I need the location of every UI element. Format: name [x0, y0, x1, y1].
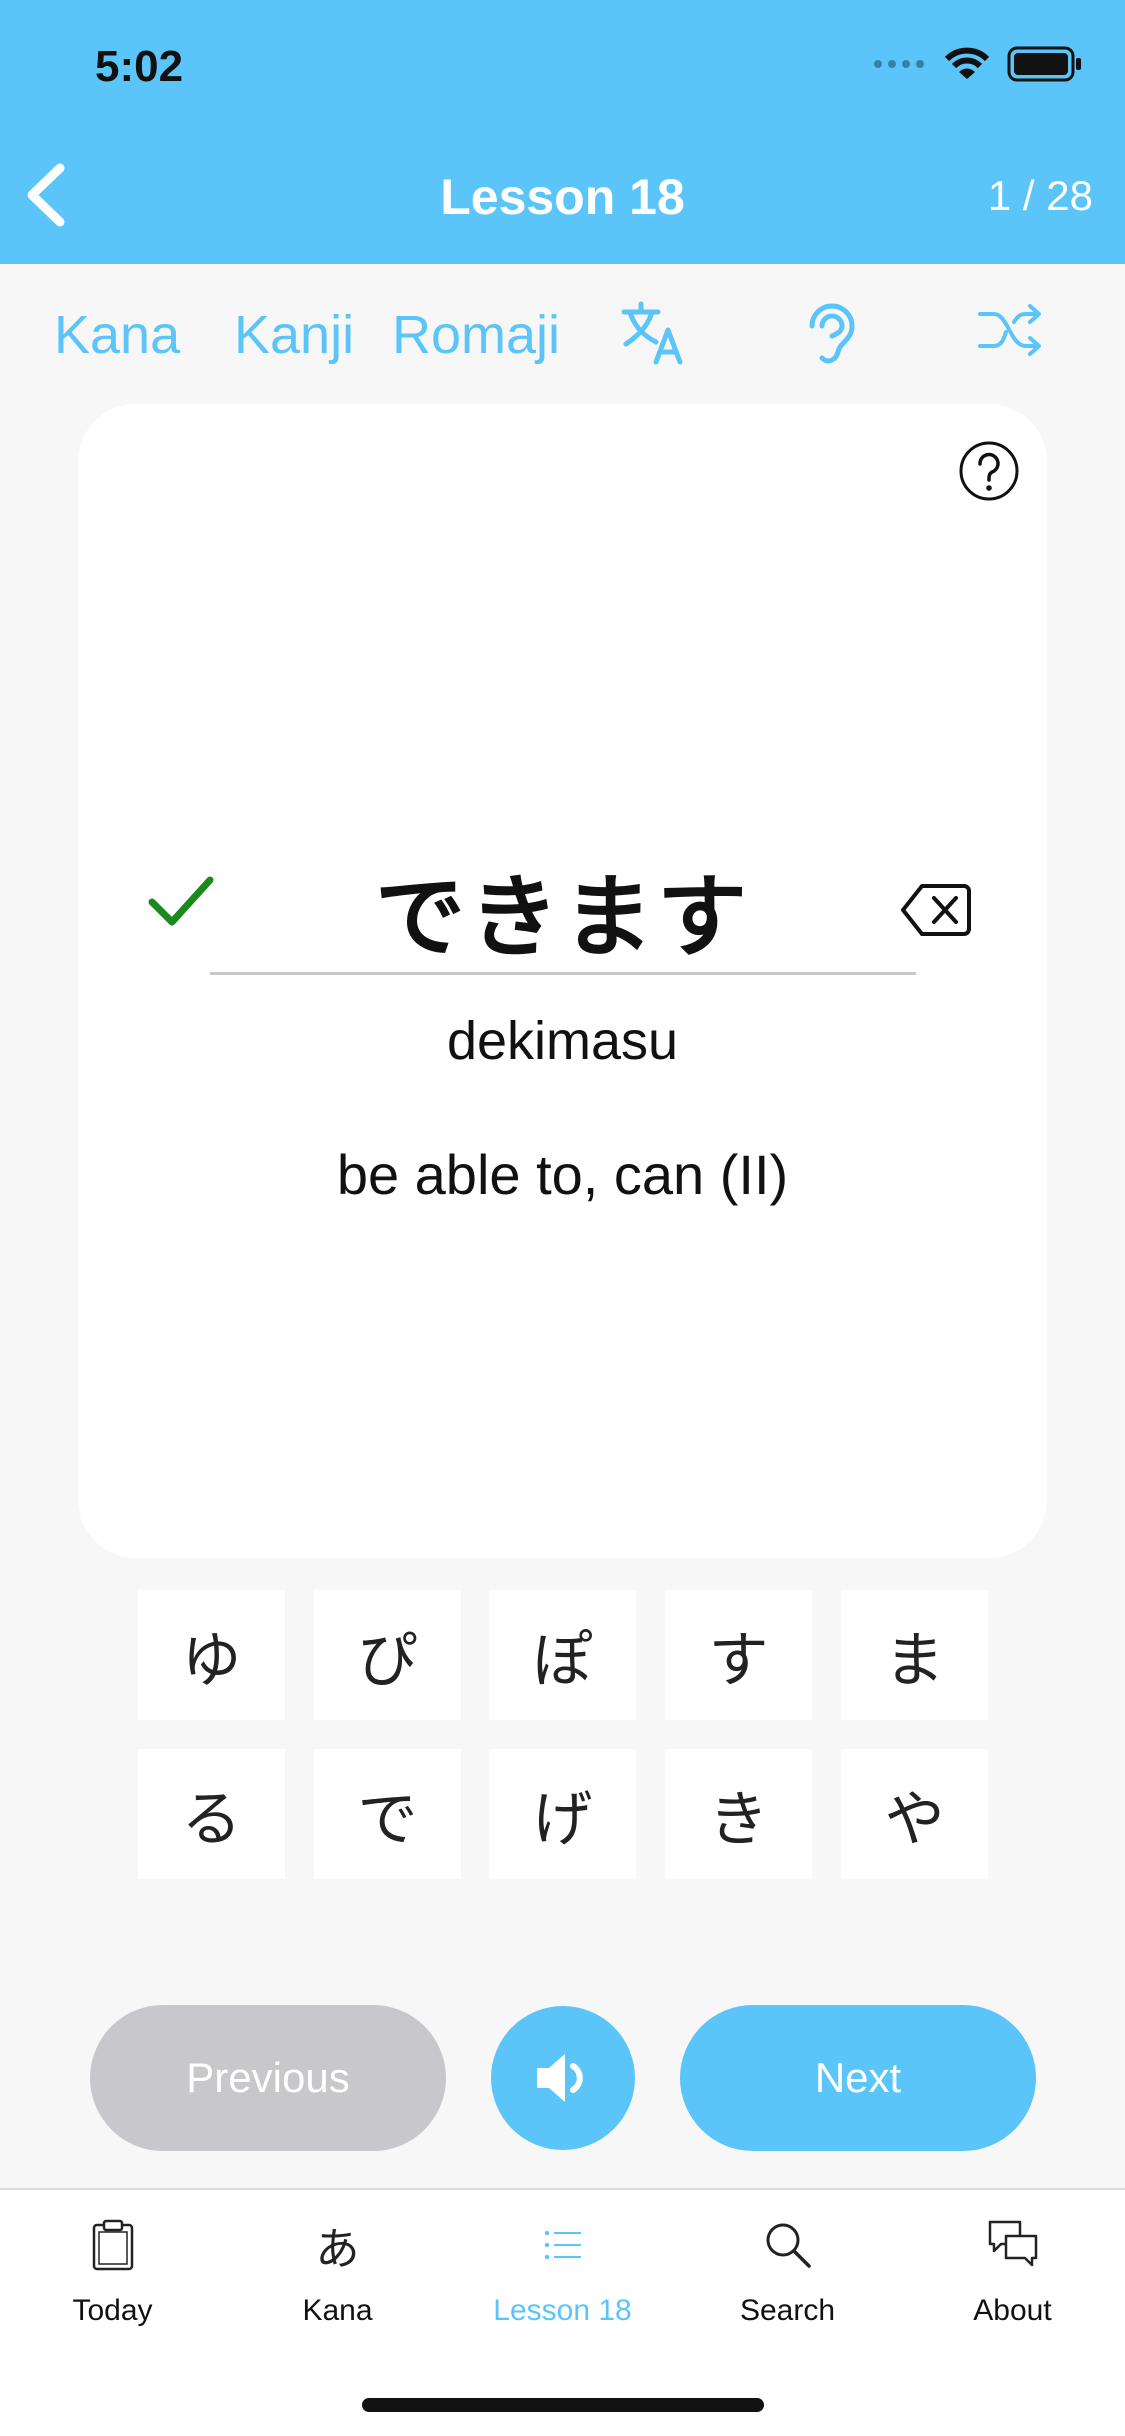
kana-key[interactable]: や: [841, 1749, 988, 1879]
home-indicator: [362, 2398, 764, 2412]
kana-key[interactable]: す: [665, 1590, 812, 1720]
speaker-icon: [537, 2054, 583, 2102]
page-title: Lesson 18: [440, 169, 685, 225]
tab-label: About: [973, 2294, 1052, 2327]
mode-romaji-button[interactable]: Romaji: [392, 304, 560, 366]
answer-field: できます: [375, 868, 751, 968]
flashcard: できます dekimasu be able to, can (II): [78, 404, 1047, 1558]
chat-bubbles-icon: [988, 2220, 1037, 2267]
shuffle-icon[interactable]: [976, 300, 1046, 360]
tab-kana[interactable]: あ Kana: [225, 2210, 450, 2330]
play-sound-button[interactable]: [491, 2006, 635, 2150]
hiragana-a-icon: あ: [315, 2224, 360, 2275]
tab-search[interactable]: Search: [675, 2210, 900, 2330]
tab-label: Kana: [302, 2294, 373, 2327]
help-icon[interactable]: [958, 440, 1020, 502]
meaning-text: be able to, can (II): [336, 1143, 789, 1206]
tab-label: Lesson 18: [493, 2294, 632, 2327]
signal-icon: [874, 60, 924, 68]
tab-label: Search: [739, 2294, 836, 2327]
romaji-text: dekimasu: [446, 1011, 679, 1071]
tab-today[interactable]: Today: [0, 2210, 225, 2330]
mode-kana-button[interactable]: Kana: [54, 304, 180, 366]
kana-key[interactable]: ま: [841, 1590, 988, 1720]
listening-ear-icon[interactable]: [802, 300, 860, 366]
kana-key[interactable]: る: [138, 1749, 285, 1879]
kana-key[interactable]: ゆ: [138, 1590, 285, 1720]
clipboard-icon: [92, 2219, 133, 2271]
tab-about[interactable]: About: [900, 2210, 1125, 2330]
kana-key[interactable]: げ: [489, 1749, 636, 1879]
list-icon: [544, 2230, 581, 2260]
kana-key[interactable]: で: [314, 1749, 461, 1879]
status-time: 5:02: [95, 42, 184, 91]
mode-kanji-button[interactable]: Kanji: [234, 304, 354, 366]
correct-check-icon: [148, 876, 214, 926]
tab-lesson[interactable]: Lesson 18: [450, 2210, 675, 2330]
translate-icon[interactable]: [620, 300, 686, 366]
tab-label: Today: [72, 2294, 153, 2327]
status-icons: [873, 46, 1083, 82]
backspace-icon[interactable]: [900, 882, 972, 938]
kana-key[interactable]: ぴ: [314, 1590, 461, 1720]
answer-underline: [210, 972, 916, 975]
previous-button[interactable]: Previous: [90, 2005, 446, 2151]
wifi-icon: [945, 47, 989, 79]
next-button[interactable]: Next: [680, 2005, 1036, 2151]
card-counter: 1 / 28: [987, 172, 1093, 219]
mode-toolbar: Kana Kanji Romaji: [0, 290, 1125, 380]
search-icon: [766, 2223, 811, 2268]
kana-key[interactable]: ぽ: [489, 1590, 636, 1720]
header: 5:02 Lesson 18 1 / 28: [0, 0, 1125, 264]
kana-key[interactable]: き: [665, 1749, 812, 1879]
battery-icon: [1007, 46, 1081, 82]
